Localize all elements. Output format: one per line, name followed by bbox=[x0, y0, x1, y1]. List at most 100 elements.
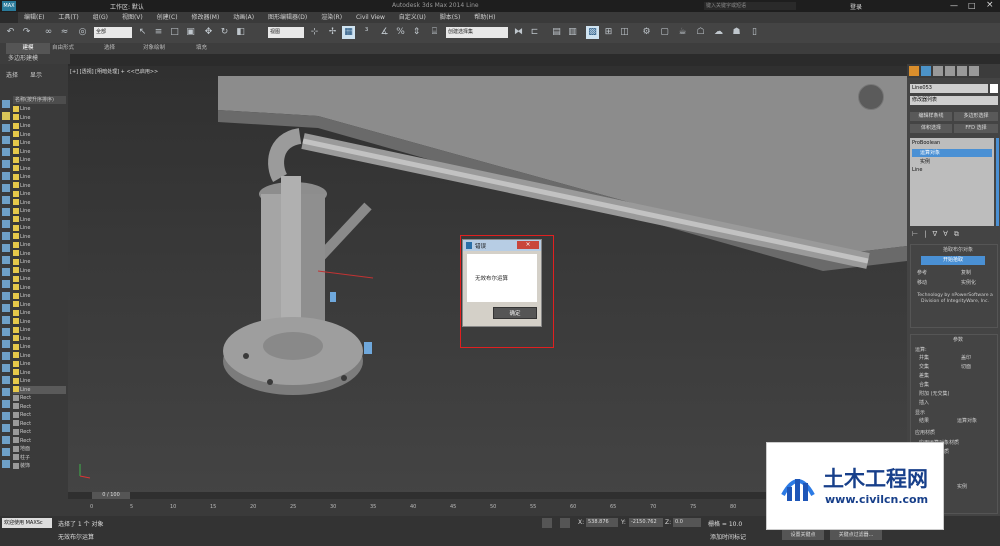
visibility-icon[interactable] bbox=[13, 241, 19, 248]
selection-filter-dropdown[interactable]: 全部 bbox=[94, 27, 132, 38]
search-input[interactable]: 键入关键字或短语 bbox=[704, 2, 796, 10]
angle-snap-icon[interactable]: ∡ bbox=[378, 26, 391, 39]
select-object-icon[interactable]: ↖ bbox=[136, 26, 149, 39]
app-logo[interactable]: MAX bbox=[2, 1, 16, 11]
hierarchy-tab-icon[interactable] bbox=[933, 66, 943, 76]
display-helpers-icon[interactable] bbox=[2, 184, 10, 192]
list-item[interactable]: 装饰 bbox=[13, 462, 66, 471]
explorer-column-header[interactable]: 名称(按升序排序) bbox=[13, 96, 66, 104]
list-item[interactable]: Line bbox=[13, 250, 66, 259]
utilities-tab-icon[interactable] bbox=[969, 66, 979, 76]
visibility-icon[interactable] bbox=[13, 420, 19, 426]
display-bones-icon[interactable] bbox=[2, 232, 10, 240]
y-coordinate-field[interactable]: -2150.762 bbox=[629, 518, 663, 527]
mirror-icon[interactable]: ⧓ bbox=[512, 26, 525, 39]
layer-manager-icon[interactable]: ▤ bbox=[550, 26, 563, 39]
curve-editor-icon[interactable]: ▧ bbox=[586, 26, 599, 39]
login-button[interactable]: 登录 bbox=[850, 2, 862, 11]
graphite-icon[interactable]: ▥ bbox=[566, 26, 579, 39]
link-icon[interactable]: ∞ bbox=[42, 26, 55, 39]
visibility-icon[interactable] bbox=[13, 445, 19, 452]
create-tab-icon[interactable] bbox=[909, 66, 919, 76]
visibility-icon[interactable] bbox=[13, 335, 19, 341]
tab-freeform[interactable]: 自由形式 bbox=[52, 43, 74, 54]
visibility-icon[interactable] bbox=[13, 284, 19, 290]
display-options-icon[interactable] bbox=[2, 448, 10, 456]
list-item[interactable]: Line bbox=[13, 148, 66, 157]
minimize-icon[interactable]: — bbox=[950, 1, 958, 10]
named-selection-dropdown[interactable]: 创建选择集 bbox=[446, 27, 508, 38]
display-material-icon[interactable] bbox=[2, 352, 10, 360]
explorer-tab-display[interactable]: 显示 bbox=[30, 70, 42, 79]
visibility-icon[interactable] bbox=[13, 148, 19, 154]
visibility-icon[interactable] bbox=[13, 105, 19, 112]
render-online-icon[interactable]: ☁ bbox=[712, 26, 725, 39]
visibility-icon[interactable] bbox=[13, 343, 19, 350]
menu-modifiers[interactable]: 修改器(M) bbox=[185, 12, 225, 23]
display-filter-icon[interactable] bbox=[2, 376, 10, 384]
op-subtraction[interactable]: 差集 bbox=[919, 372, 1000, 381]
rendered-frame-icon[interactable]: ▢ bbox=[658, 26, 671, 39]
edit-named-sets-icon[interactable]: ⌸ bbox=[428, 26, 441, 39]
visibility-icon[interactable] bbox=[13, 326, 19, 333]
visibility-icon[interactable] bbox=[13, 156, 19, 163]
op-imprint-check[interactable]: 盖印 bbox=[961, 354, 1000, 363]
extra-render-icon[interactable]: ▯ bbox=[748, 26, 761, 39]
list-item[interactable]: Line bbox=[13, 139, 66, 148]
workspace-label[interactable]: 工作区: 默认 bbox=[110, 2, 144, 11]
display-collapse-icon[interactable] bbox=[2, 436, 10, 444]
menu-animation[interactable]: 动画(A) bbox=[227, 12, 260, 23]
visibility-icon[interactable] bbox=[13, 309, 19, 316]
visibility-icon[interactable] bbox=[13, 377, 19, 384]
list-item[interactable]: Line bbox=[13, 377, 66, 386]
stack-item-instance[interactable]: 实例 bbox=[920, 158, 930, 165]
align-icon[interactable]: ⊏ bbox=[528, 26, 541, 39]
list-item[interactable]: Line bbox=[13, 105, 66, 114]
list-item[interactable]: Rect bbox=[13, 403, 66, 412]
set-key-button[interactable]: 设置关键点 bbox=[782, 530, 824, 540]
visibility-icon[interactable] bbox=[13, 258, 19, 265]
visibility-icon[interactable] bbox=[13, 403, 19, 409]
list-item[interactable]: Line bbox=[13, 360, 66, 369]
display-containers-icon[interactable] bbox=[2, 244, 10, 252]
keyboard-shortcut-icon[interactable]: ▦ bbox=[342, 26, 355, 39]
z-coordinate-field[interactable]: 0.0 bbox=[673, 518, 701, 527]
visibility-icon[interactable] bbox=[13, 131, 19, 137]
list-item[interactable]: Line bbox=[13, 335, 66, 344]
sub-instance-option[interactable]: 实例 bbox=[957, 483, 1000, 492]
display-controller-icon[interactable] bbox=[2, 364, 10, 372]
stack-scrollbar[interactable] bbox=[996, 138, 999, 226]
bind-spacewarp-icon[interactable]: ◎ bbox=[76, 26, 89, 39]
material-editor-icon[interactable]: ◫ bbox=[618, 26, 631, 39]
visibility-icon[interactable] bbox=[13, 428, 19, 435]
list-item[interactable]: Rect bbox=[13, 437, 66, 446]
display-geometry-icon[interactable] bbox=[2, 136, 10, 144]
list-item[interactable]: Line bbox=[13, 385, 66, 394]
visibility-icon[interactable] bbox=[13, 216, 19, 222]
maximize-icon[interactable]: □ bbox=[968, 1, 976, 10]
op-cookie-check[interactable]: 切面 bbox=[961, 363, 1000, 372]
ffd-select-button[interactable]: FFD 选择 bbox=[954, 124, 998, 133]
pivot-icon[interactable]: ⊹ bbox=[308, 26, 321, 39]
ok-button[interactable]: 确定 bbox=[493, 307, 537, 319]
menu-help[interactable]: 帮助(H) bbox=[468, 12, 501, 23]
schematic-view-icon[interactable]: ⊞ bbox=[602, 26, 615, 39]
render-iterative-icon[interactable]: ☖ bbox=[694, 26, 707, 39]
stack-item-operands[interactable]: 运算对象 bbox=[912, 149, 992, 157]
list-item[interactable]: Line bbox=[13, 122, 66, 131]
op-insert[interactable]: 插入 bbox=[919, 399, 1000, 408]
close-icon[interactable]: × bbox=[986, 0, 994, 10]
list-item[interactable]: Line bbox=[13, 131, 66, 140]
select-by-name-icon[interactable]: ≡ bbox=[152, 26, 165, 39]
stack-tools-icon[interactable]: ⊢|∇∀⧉ bbox=[912, 230, 965, 239]
window-crossing-icon[interactable]: ▣ bbox=[184, 26, 197, 39]
poly-select-button[interactable]: 多边形选择 bbox=[954, 112, 998, 121]
list-item[interactable]: Line bbox=[13, 165, 66, 174]
visibility-icon[interactable] bbox=[13, 207, 19, 214]
display-select-icon[interactable] bbox=[2, 388, 10, 396]
list-item[interactable]: Line bbox=[13, 301, 66, 310]
coord-system-dropdown[interactable]: 视图 bbox=[268, 27, 304, 38]
maxscript-listener[interactable]: 欢迎使用 MAXSc bbox=[2, 518, 52, 528]
display-cameras-icon[interactable] bbox=[2, 172, 10, 180]
list-item[interactable]: Line bbox=[13, 241, 66, 250]
